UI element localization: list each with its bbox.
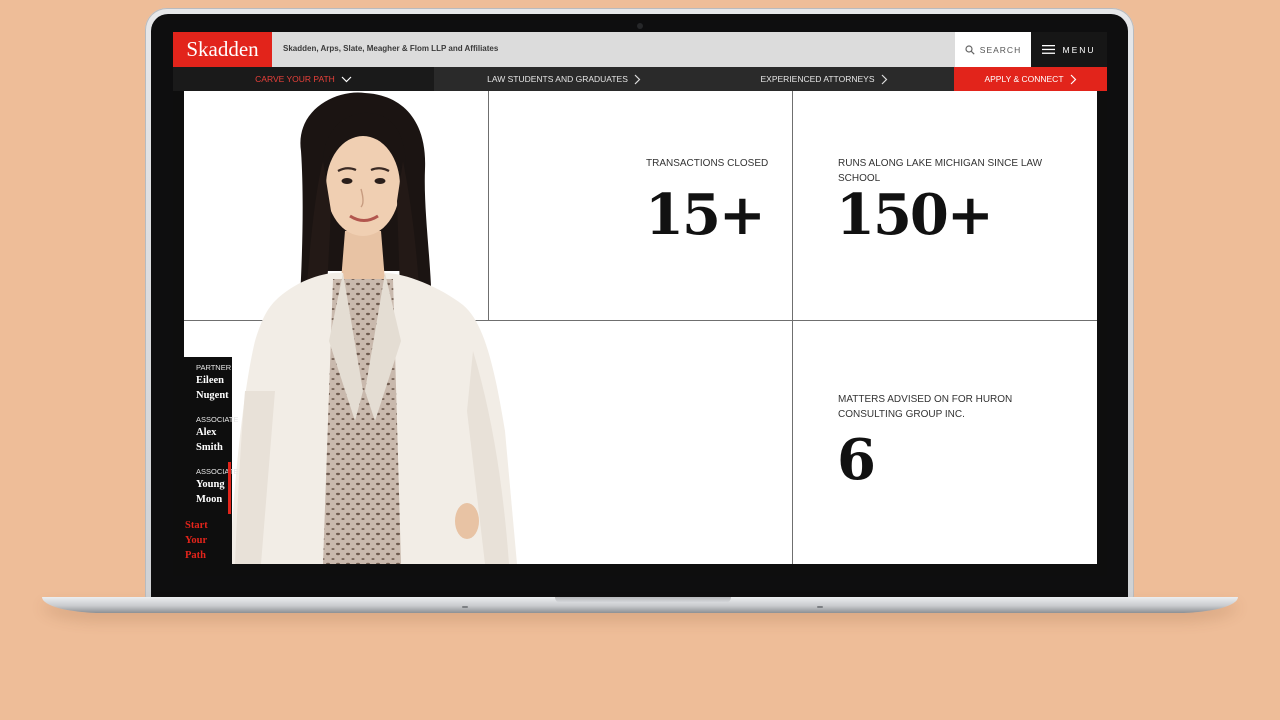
skadden-logo[interactable]: Skadden [173, 32, 272, 67]
menu-button[interactable]: MENU [1031, 32, 1107, 67]
stat-value-runs: 150+ [836, 182, 994, 248]
firm-name: Skadden, Arps, Slate, Meagher & Flom LLP… [283, 44, 499, 53]
website-screen: Skadden Skadden, Arps, Slate, Meagher & … [173, 32, 1107, 576]
person-name-eileen-nugent[interactable]: Eileen Nugent [196, 373, 238, 403]
nav-label: APPLY & CONNECT [984, 74, 1064, 84]
person-role: PARTNER [196, 363, 232, 372]
nav-carve-your-path[interactable]: CARVE YOUR PATH [173, 67, 434, 91]
nav-law-students[interactable]: LAW STUDENTS AND GRADUATES [434, 67, 694, 91]
hamburger-icon [1042, 45, 1056, 54]
person-name-alex-smith[interactable]: Alex Smith [196, 425, 238, 455]
nav-experienced-attorneys[interactable]: EXPERIENCED ATTORNEYS [694, 67, 954, 91]
menu-label: MENU [1062, 44, 1096, 55]
grid-divider [792, 91, 793, 564]
laptop-notch [555, 597, 731, 603]
nav-label: CARVE YOUR PATH [255, 74, 335, 84]
laptop-foot [817, 606, 823, 608]
top-bar: Skadden Skadden, Arps, Slate, Meagher & … [173, 32, 1107, 67]
person-role: ASSOCIATE [196, 467, 239, 476]
hero-content: TRANSACTIONS CLOSED 15+ RUNS ALONG LAKE … [173, 91, 1107, 576]
right-edge [1097, 91, 1107, 576]
camera-icon [636, 23, 643, 29]
search-button[interactable]: SEARCH [955, 32, 1031, 67]
nav-label: LAW STUDENTS AND GRADUATES [487, 74, 628, 84]
person-name-young-moon[interactable]: Young Moon [196, 477, 238, 507]
chevron-right-icon [881, 74, 887, 84]
stat-value-matters: 6 [837, 427, 876, 493]
attorney-portrait [230, 92, 517, 564]
left-edge [173, 91, 184, 576]
nav-label: EXPERIENCED ATTORNEYS [760, 74, 875, 84]
person-role: ASSOCIATE [196, 415, 239, 424]
stat-label-matters: MATTERS ADVISED ON FOR HURON CONSULTING … [838, 394, 1013, 420]
main-nav: CARVE YOUR PATH LAW STUDENTS AND GRADUAT… [173, 67, 1107, 91]
laptop-foot [462, 606, 468, 608]
stat-label-transactions: TRANSACTIONS CLOSED [646, 158, 769, 169]
chevron-right-icon [1070, 74, 1076, 84]
chevron-down-icon [341, 76, 352, 82]
search-icon [965, 44, 975, 55]
chevron-right-icon [634, 74, 641, 84]
bottom-edge [173, 564, 1107, 576]
search-label: SEARCH [979, 44, 1022, 55]
selected-indicator [228, 462, 231, 514]
stat-value-transactions: 15+ [645, 182, 766, 248]
start-your-path-link[interactable]: Start Your Path [185, 518, 227, 563]
nav-apply-connect[interactable]: APPLY & CONNECT [954, 67, 1107, 91]
